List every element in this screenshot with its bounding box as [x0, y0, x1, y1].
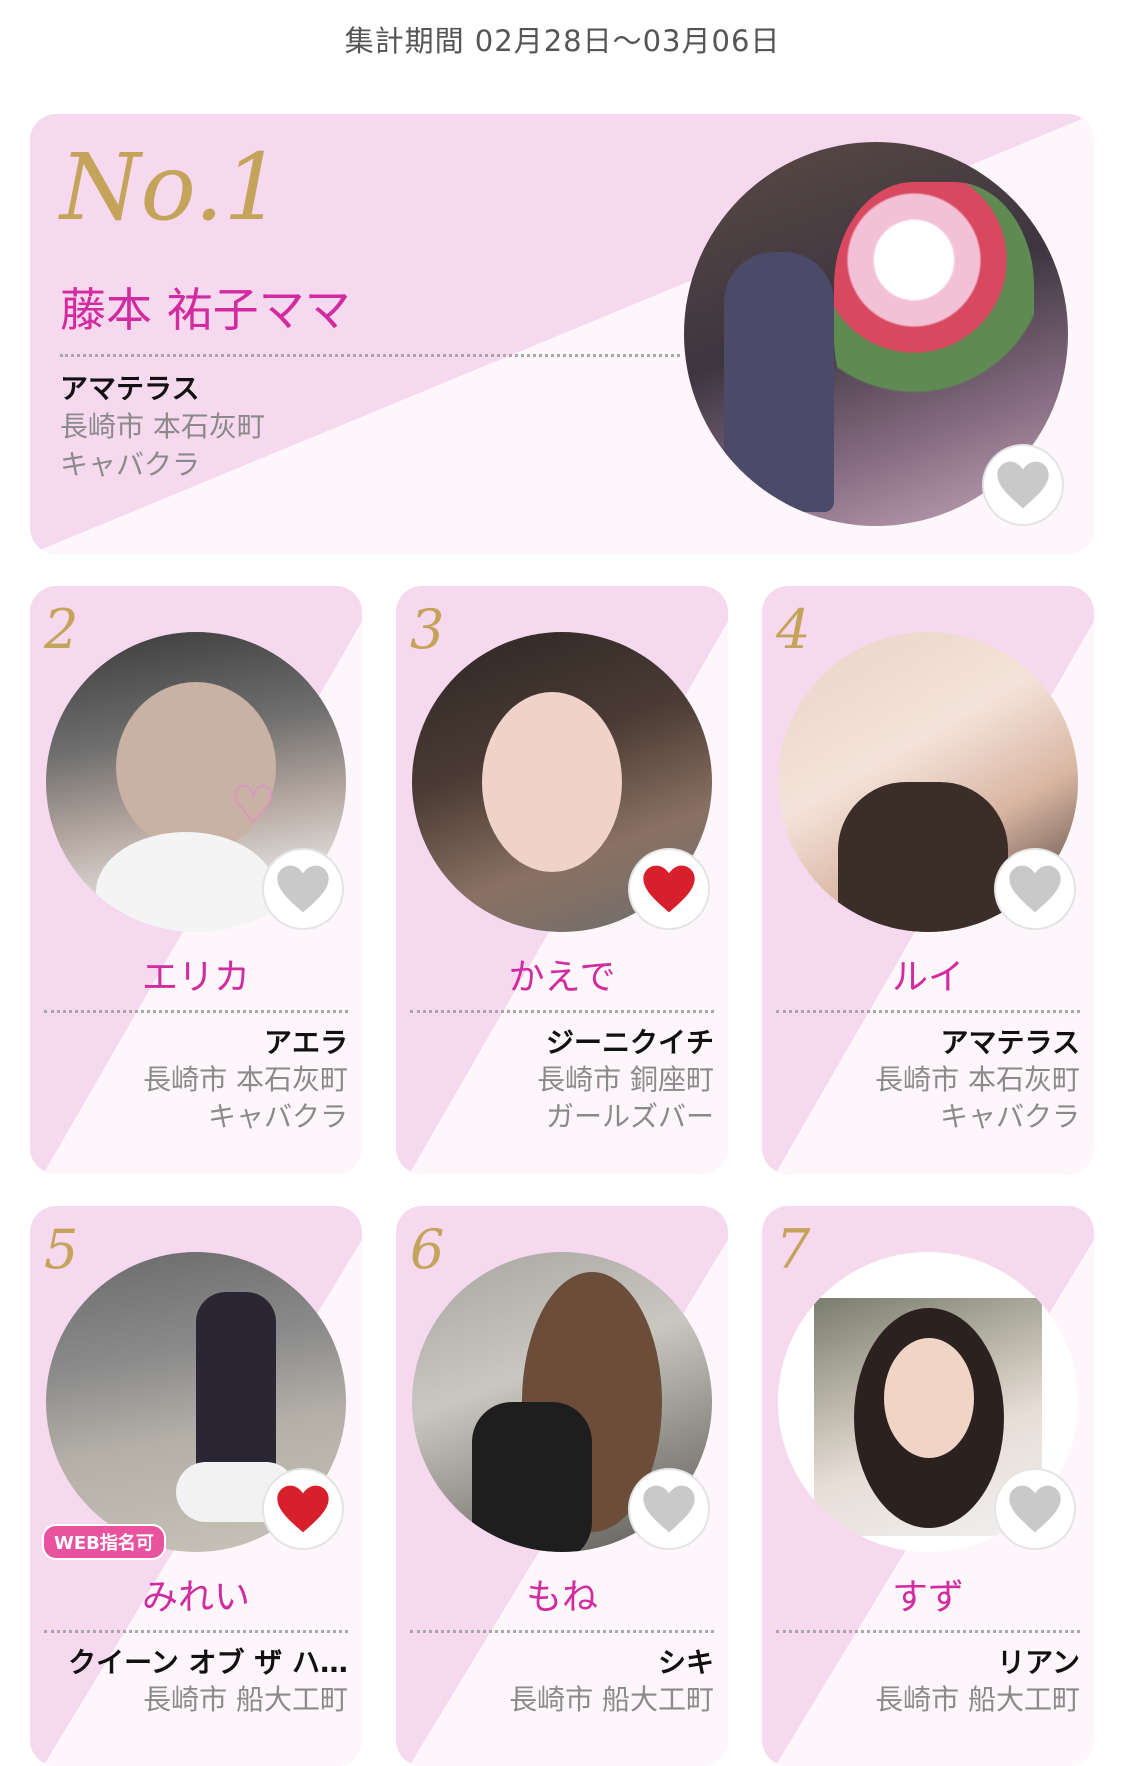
divider [776, 1630, 1080, 1633]
rank-6-card[interactable]: 6 もね シキ 長崎市 船大工町 [396, 1206, 728, 1766]
divider [410, 1010, 714, 1013]
rank-1-card[interactable]: No.1 藤本 祐子ママ アマテラス 長崎市 本石灰町 キャバクラ [30, 114, 1094, 554]
shop-genre: キャバクラ [207, 1100, 348, 1133]
divider [60, 354, 680, 357]
rank-label: 2 [44, 598, 79, 661]
favorite-button[interactable] [628, 1468, 710, 1550]
shop-address: 長崎市 船大工町 [875, 1683, 1080, 1716]
rank-label: 6 [410, 1218, 445, 1281]
favorite-button[interactable] [994, 848, 1076, 930]
shop-name: ジーニクイチ [545, 1026, 714, 1059]
rank-3-card[interactable]: 3 かえで ジーニクイチ 長崎市 銅座町 ガールズバー [396, 586, 728, 1174]
favorite-button[interactable] [628, 848, 710, 930]
rank-1-label: No.1 [60, 134, 283, 241]
hair-shape [838, 782, 1008, 932]
divider [44, 1630, 348, 1633]
flower-stand-decoration [834, 182, 1034, 442]
shop-info: ジーニクイチ 長崎市 銅座町 ガールズバー [537, 1024, 714, 1135]
heart-sticker-icon: ♡ [230, 776, 277, 836]
rank-label: 5 [44, 1218, 79, 1281]
shop-info: アマテラス 長崎市 本石灰町 キャバクラ [60, 370, 265, 484]
rank-label: 4 [776, 598, 811, 661]
cast-name[interactable]: もね [396, 1568, 728, 1620]
shop-name: シキ [657, 1646, 714, 1679]
divider [410, 1630, 714, 1633]
shop-info: クイーン オブ ザ ハ… 長崎市 船大工町 [68, 1644, 348, 1718]
shop-address: 長崎市 銅座町 [537, 1063, 714, 1096]
cast-name[interactable]: すず [762, 1568, 1094, 1620]
rank-label: 3 [410, 598, 445, 661]
shop-info: アエラ 長崎市 本石灰町 キャバクラ [143, 1024, 348, 1135]
shop-address: 長崎市 船大工町 [509, 1683, 714, 1716]
heart-icon [643, 1485, 695, 1533]
shop-genre: キャバクラ [60, 448, 201, 481]
divider [44, 1010, 348, 1013]
rank-7-card[interactable]: 7 すず リアン 長崎市 船大工町 [762, 1206, 1094, 1766]
shop-address: 長崎市 本石灰町 [143, 1063, 348, 1096]
shop-genre: ガールズバー [545, 1100, 714, 1133]
heart-icon [997, 461, 1049, 509]
cast-name[interactable]: ルイ [762, 948, 1094, 1000]
divider [776, 1010, 1080, 1013]
shop-name: アエラ [263, 1026, 348, 1059]
cast-name[interactable]: かえで [396, 948, 728, 1000]
face-shape [884, 1338, 974, 1458]
cast-name[interactable]: エリカ [30, 948, 362, 1000]
body-shape [472, 1402, 592, 1552]
shop-name: アマテラス [940, 1026, 1080, 1059]
heart-icon [277, 1485, 329, 1533]
aggregation-period: 集計期間 02月28日〜03月06日 [344, 24, 781, 58]
shop-info: シキ 長崎市 船大工町 [509, 1644, 714, 1718]
rank-4-card[interactable]: 4 ルイ アマテラス 長崎市 本石灰町 キャバクラ [762, 586, 1094, 1174]
rank-2-card[interactable]: 2 ♡ エリカ アエラ 長崎市 本石灰町 キャバクラ [30, 586, 362, 1174]
shop-name: クイーン オブ ザ ハ… [68, 1646, 348, 1679]
heart-icon [643, 865, 695, 913]
face-shape [482, 692, 622, 872]
web-booking-badge: WEB指名可 [42, 1524, 166, 1560]
person-figure [724, 252, 834, 512]
shop-address: 長崎市 本石灰町 [60, 410, 265, 443]
shop-name: アマテラス [60, 372, 200, 405]
shop-info: リアン 長崎市 船大工町 [875, 1644, 1080, 1718]
heart-icon [1009, 1485, 1061, 1533]
rank-label: 7 [776, 1218, 811, 1281]
dog-shape [96, 832, 276, 932]
favorite-button[interactable] [982, 444, 1064, 526]
favorite-button[interactable] [262, 848, 344, 930]
heart-icon [277, 865, 329, 913]
favorite-button[interactable] [262, 1468, 344, 1550]
rank-5-card[interactable]: 5 WEB指名可 みれい クイーン オブ ザ ハ… 長崎市 船大工町 [30, 1206, 362, 1766]
shop-address: 長崎市 本石灰町 [875, 1063, 1080, 1096]
shop-address: 長崎市 船大工町 [143, 1683, 348, 1716]
shop-name: リアン [997, 1646, 1080, 1679]
heart-icon [1009, 865, 1061, 913]
favorite-button[interactable] [994, 1468, 1076, 1550]
cast-name[interactable]: 藤本 祐子ママ [60, 274, 351, 340]
shop-genre: キャバクラ [939, 1100, 1080, 1133]
cast-name[interactable]: みれい [30, 1568, 362, 1620]
shop-info: アマテラス 長崎市 本石灰町 キャバクラ [875, 1024, 1080, 1135]
